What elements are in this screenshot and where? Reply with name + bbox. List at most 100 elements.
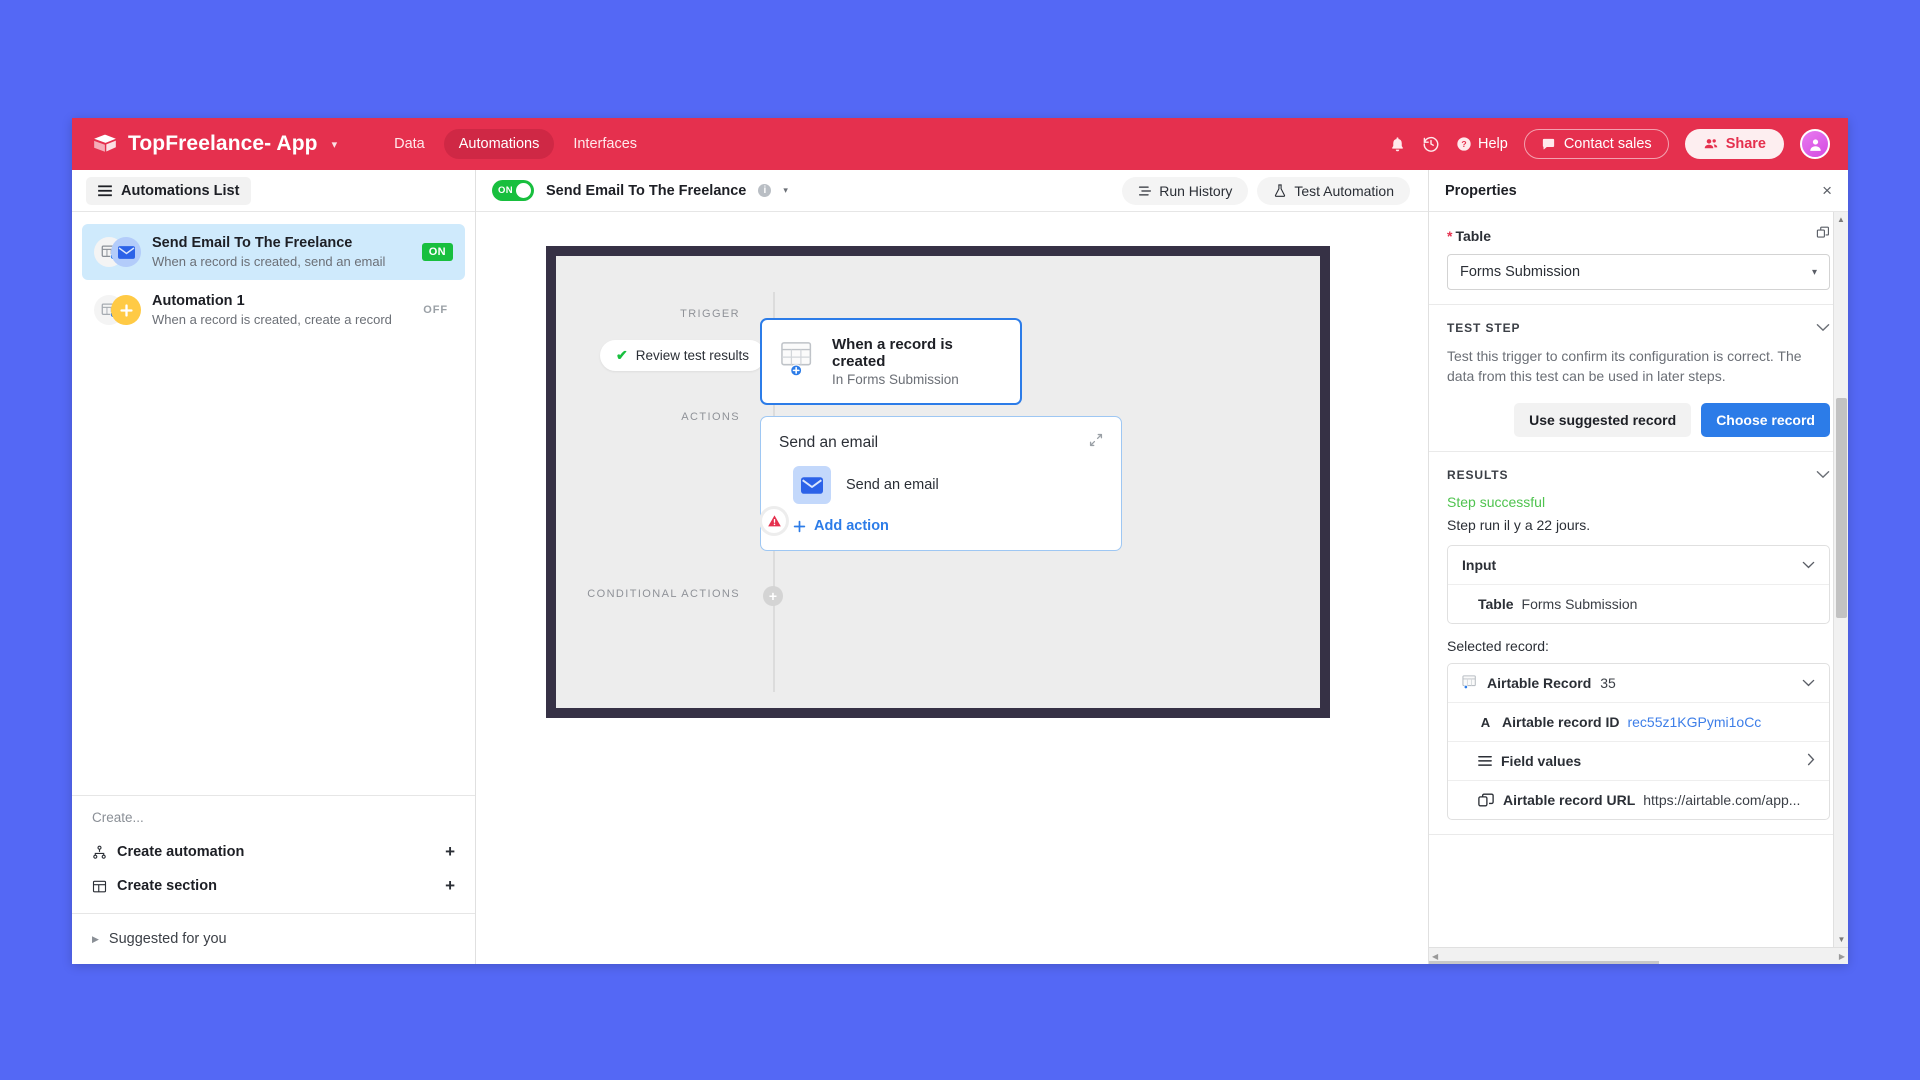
chevron-right-icon[interactable] [1807,753,1815,769]
airtable-record-count: 35 [1600,674,1616,691]
share-button[interactable]: Share [1684,129,1784,159]
sidebar-header: Automations List [72,170,475,212]
toggle-knob [516,183,531,198]
trigger-card[interactable]: When a record is created In Forms Submis… [760,318,1022,405]
results-title: RESULTS [1447,467,1509,482]
results-header: RESULTS [1447,466,1830,484]
automation-texts: Send Email To The Freelance When a recor… [152,235,410,269]
user-avatar[interactable] [1800,129,1830,159]
list-icon [1478,755,1492,767]
trigger-card-title: When a record is created [832,336,953,370]
review-test-results-button[interactable]: ✔ Review test results [600,340,766,371]
canvas-toolbar: ON Send Email To The Freelance i ▾ Run H… [476,170,1428,212]
selected-record-label: Selected record: [1447,637,1549,654]
properties-content: * Table Forms Submission ▾ TEST STEP Tes… [1429,212,1848,876]
properties-scroll-area: * Table Forms Submission ▾ TEST STEP Tes… [1429,212,1848,964]
table-select[interactable]: Forms Submission ▾ [1447,254,1830,290]
properties-title: Properties [1445,182,1517,199]
status-badge: ON [421,243,453,261]
chevron-down-icon[interactable] [1816,466,1830,484]
brand[interactable]: TopFreelance- App ▾ [92,131,337,157]
table-field-section: * Table Forms Submission ▾ [1429,212,1848,305]
top-bar: TopFreelance- App ▾ Data Automations Int… [72,118,1848,170]
info-icon[interactable]: i [758,184,772,197]
url-icon [1478,793,1494,807]
contact-sales-button[interactable]: Contact sales [1523,129,1669,159]
help-button[interactable]: ? Help [1456,136,1508,152]
notifications-bell-icon[interactable] [1389,136,1406,153]
test-automation-button[interactable]: Test Automation [1257,176,1410,205]
list-item[interactable]: Send Email To The Freelance When a recor… [82,224,465,280]
run-history-button[interactable]: Run History [1122,176,1249,205]
help-label: Help [1478,136,1508,152]
scroll-right-arrow-icon[interactable]: ▶ [1839,952,1845,961]
create-automation-button[interactable]: Create automation + [92,835,455,869]
properties-panel: Properties × * Table Forms Submission ▾ … [1428,170,1848,964]
flask-icon [1275,184,1286,197]
step-status: Step successful [1447,493,1546,510]
action-row[interactable]: Send an email [779,466,1103,504]
create-section-button[interactable]: Create section + [92,869,455,903]
open-in-new-icon[interactable] [1816,226,1830,245]
table-field-label: * Table [1447,228,1491,244]
chevron-down-icon[interactable]: ▾ [783,185,788,196]
automation-icons [94,295,141,325]
action-row-label: Send an email [846,477,939,493]
create-section-label: Create section [117,878,217,894]
chevron-down-icon[interactable]: ▾ [332,138,338,151]
use-suggested-record-button[interactable]: Use suggested record [1514,402,1692,437]
plus-icon[interactable]: + [445,876,455,896]
toggle-label: ON [498,185,513,196]
left-sidebar: Automations List Send Email To The Freel… [72,170,476,964]
table-row[interactable]: Field values [1448,740,1829,780]
horizontal-scroll-thumb[interactable] [1429,961,1660,964]
automation-icons [94,237,141,267]
add-conditional-action-button[interactable]: + [763,586,783,606]
history-clock-icon[interactable] [1422,135,1440,153]
record-id-value[interactable]: rec55z1KGPymi1oCc [1627,714,1761,730]
suggested-label: Suggested for you [108,931,227,947]
svg-text:A: A [1481,715,1491,729]
help-circle-icon: ? [1457,137,1471,151]
record-url-key: Airtable record URL [1503,791,1636,808]
top-bar-actions: ? Help Contact sales Share [1389,129,1830,159]
plus-icon[interactable]: + [445,842,455,862]
warning-badge[interactable] [762,509,786,533]
lane-label-trigger: TRIGGER [680,308,740,320]
vertical-scroll-thumb[interactable] [1836,398,1847,618]
create-record-plus-icon [111,295,141,325]
chevron-down-icon [1802,676,1815,690]
airtable-record-header-row[interactable]: Airtable Record 35 [1448,664,1829,702]
expand-collapse-icon[interactable] [1089,433,1103,452]
tab-data[interactable]: Data [379,129,440,159]
scroll-down-arrow-icon[interactable]: ▼ [1834,932,1848,947]
list-item[interactable]: Automation 1 When a record is created, c… [82,282,465,338]
automation-texts: Automation 1 When a record is created, c… [152,293,406,327]
input-header-row[interactable]: Input [1448,546,1829,584]
action-card[interactable]: Send an email Send an email Add action [760,416,1122,551]
trigger-card-texts: When a record is created In Forms Submis… [832,336,1002,387]
properties-vertical-scrollbar[interactable]: ▲ ▼ [1833,212,1848,947]
scroll-up-arrow-icon[interactable]: ▲ [1834,212,1848,227]
action-card-title: Send an email [779,433,879,451]
step-run-time: Step run il y a 22 jours. [1447,516,1591,533]
automations-list-button[interactable]: Automations List [86,176,252,205]
test-step-header: TEST STEP [1447,319,1830,337]
run-history-icon [1139,186,1152,195]
automation-enabled-toggle[interactable]: ON [492,180,534,201]
automation-title: Send Email To The Freelance [152,235,353,251]
table-field-label-row: * Table [1447,226,1830,245]
suggested-for-you-toggle[interactable]: ▶ Suggested for you [72,913,475,964]
table-grid-icon [92,880,107,892]
properties-horizontal-scrollbar[interactable]: ◀ ▶ [1429,947,1848,964]
chevron-down-icon: ▾ [1811,266,1817,278]
tab-automations[interactable]: Automations [443,129,555,159]
close-icon[interactable]: × [1822,182,1832,199]
automations-list: Send Email To The Freelance When a recor… [72,212,475,795]
add-action-button[interactable]: Add action [779,518,1103,534]
scroll-left-arrow-icon[interactable]: ◀ [1432,952,1438,961]
choose-record-button[interactable]: Choose record [1701,402,1830,437]
chevron-down-icon[interactable] [1816,319,1830,337]
create-section: Create... Create automation + Create sec… [72,795,475,913]
tab-interfaces[interactable]: Interfaces [558,129,652,159]
